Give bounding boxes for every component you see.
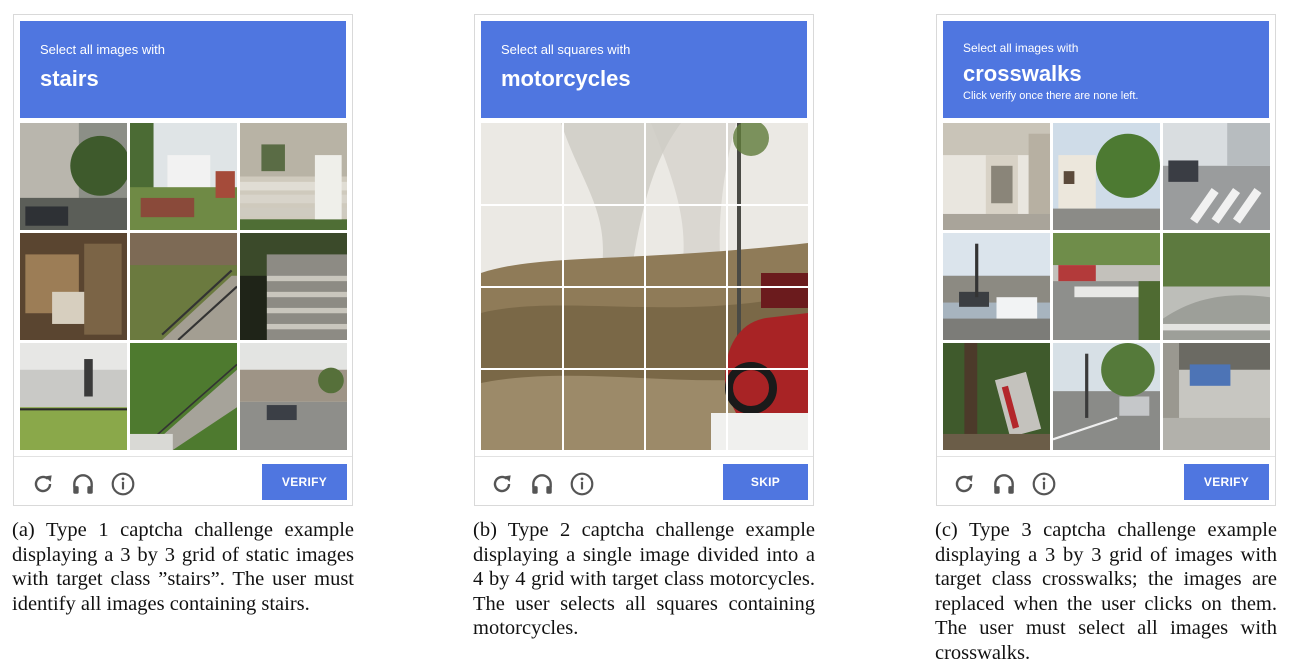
grid-tile[interactable]: [645, 123, 726, 204]
challenge-target: motorcycles: [501, 66, 631, 91]
grid-tile[interactable]: [563, 123, 644, 204]
info-icon[interactable]: [569, 471, 595, 497]
audio-icon[interactable]: [70, 471, 96, 497]
verify-button[interactable]: VERIFY: [262, 464, 347, 500]
grid-tile[interactable]: [943, 123, 1050, 230]
grid-tile[interactable]: [943, 343, 1050, 450]
grid-tile[interactable]: [563, 205, 644, 286]
grid-tile[interactable]: [645, 369, 726, 450]
grid-tile[interactable]: [1053, 233, 1160, 340]
grid-tile[interactable]: [1163, 233, 1270, 340]
grid-tile[interactable]: [943, 233, 1050, 340]
grid-tile[interactable]: [481, 123, 562, 204]
grid-tile[interactable]: [1163, 343, 1270, 450]
info-icon[interactable]: [110, 471, 136, 497]
grid-line: [481, 368, 808, 370]
audio-icon[interactable]: [529, 471, 555, 497]
grid-line: [481, 204, 808, 206]
grid-tile[interactable]: [130, 233, 237, 340]
figure-caption: (b) Type 2 captcha challenge example dis…: [473, 519, 815, 639]
image-grid: [481, 123, 808, 450]
skip-button[interactable]: SKIP: [723, 464, 808, 500]
grid-tile[interactable]: [1163, 123, 1270, 230]
image-grid: [20, 123, 347, 450]
grid-tile[interactable]: [1053, 123, 1160, 230]
audio-icon[interactable]: [991, 471, 1017, 497]
captcha-widget: Select all images with stairs VERIFY: [13, 14, 353, 506]
figure-caption: (c) Type 3 captcha challenge example dis…: [935, 519, 1277, 664]
grid-tile[interactable]: [481, 205, 562, 286]
challenge-prompt: Select all images with: [963, 41, 1079, 55]
challenge-target: crosswalks: [963, 61, 1082, 86]
grid-tile[interactable]: [563, 369, 644, 450]
grid-tile[interactable]: [727, 287, 808, 368]
reload-icon[interactable]: [30, 471, 56, 497]
grid-tile[interactable]: [130, 123, 237, 230]
grid-tile[interactable]: [240, 123, 347, 230]
grid-tile[interactable]: [481, 369, 562, 450]
verify-button[interactable]: VERIFY: [1184, 464, 1269, 500]
captcha-widget: Select all images with crosswalks Click …: [936, 14, 1276, 506]
footer-divider: [475, 456, 813, 457]
grid-tile[interactable]: [727, 369, 808, 450]
captcha-widget: Select all squares with motorcycles SKIP: [474, 14, 814, 506]
grid-tile[interactable]: [563, 287, 644, 368]
grid-tile[interactable]: [240, 343, 347, 450]
figure-caption: (a) Type 1 captcha challenge example dis…: [12, 519, 354, 615]
grid-tile[interactable]: [1053, 343, 1160, 450]
grid-tile[interactable]: [20, 233, 127, 340]
challenge-header: Select all squares with motorcycles: [481, 21, 807, 118]
challenge-target: stairs: [40, 66, 99, 91]
challenge-header: Select all images with crosswalks Click …: [943, 21, 1269, 118]
grid-tile[interactable]: [240, 233, 347, 340]
grid-tile[interactable]: [727, 123, 808, 204]
reload-icon[interactable]: [951, 471, 977, 497]
grid-tile[interactable]: [20, 123, 127, 230]
reload-icon[interactable]: [489, 471, 515, 497]
challenge-prompt: Select all images with: [40, 42, 165, 57]
grid-tile[interactable]: [130, 343, 237, 450]
challenge-prompt: Select all squares with: [501, 42, 631, 57]
challenge-header: Select all images with stairs: [20, 21, 346, 118]
footer-divider: [14, 456, 352, 457]
grid-tile[interactable]: [20, 343, 127, 450]
grid-tile[interactable]: [645, 205, 726, 286]
info-icon[interactable]: [1031, 471, 1057, 497]
challenge-note: Click verify once there are none left.: [963, 90, 1139, 102]
grid-tile[interactable]: [645, 287, 726, 368]
image-grid: [943, 123, 1270, 450]
footer-divider: [937, 456, 1275, 457]
grid-tile[interactable]: [727, 205, 808, 286]
grid-tile[interactable]: [481, 287, 562, 368]
grid-line: [481, 286, 808, 288]
